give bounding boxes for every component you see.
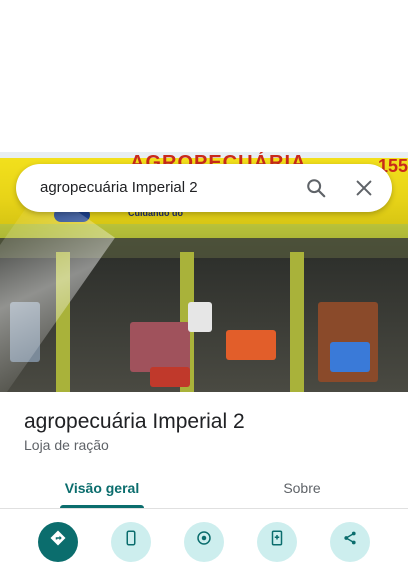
top-blank-area (0, 0, 408, 152)
merchandise (188, 302, 212, 332)
merchandise (330, 342, 370, 372)
share-button[interactable] (330, 522, 370, 562)
store-pillar (290, 252, 304, 392)
merchandise (130, 322, 190, 372)
search-query-text[interactable]: agropecuária Imperial 2 (40, 179, 198, 196)
search-icon[interactable] (302, 174, 330, 202)
start-navigation-icon (197, 531, 211, 545)
start-navigation-button[interactable] (184, 522, 224, 562)
tab-active-indicator (60, 505, 144, 508)
search-bar[interactable]: agropecuária Imperial 2 (16, 164, 392, 212)
share-icon (344, 531, 356, 545)
place-title: agropecuária Imperial 2 (24, 410, 245, 433)
save-icon (271, 530, 283, 546)
merchandise (226, 330, 276, 360)
directions-button[interactable] (38, 522, 78, 562)
tab-about[interactable]: Sobre (240, 468, 364, 508)
tab-overview[interactable]: Visão geral (40, 468, 164, 508)
save-button[interactable] (257, 522, 297, 562)
phone-icon (126, 530, 136, 546)
place-tabs: Visão geral Sobre (0, 468, 408, 509)
place-category: Loja de ração (24, 437, 109, 453)
close-icon[interactable] (350, 174, 378, 202)
merchandise (150, 367, 190, 387)
directions-icon (50, 530, 66, 546)
call-button[interactable] (111, 522, 151, 562)
